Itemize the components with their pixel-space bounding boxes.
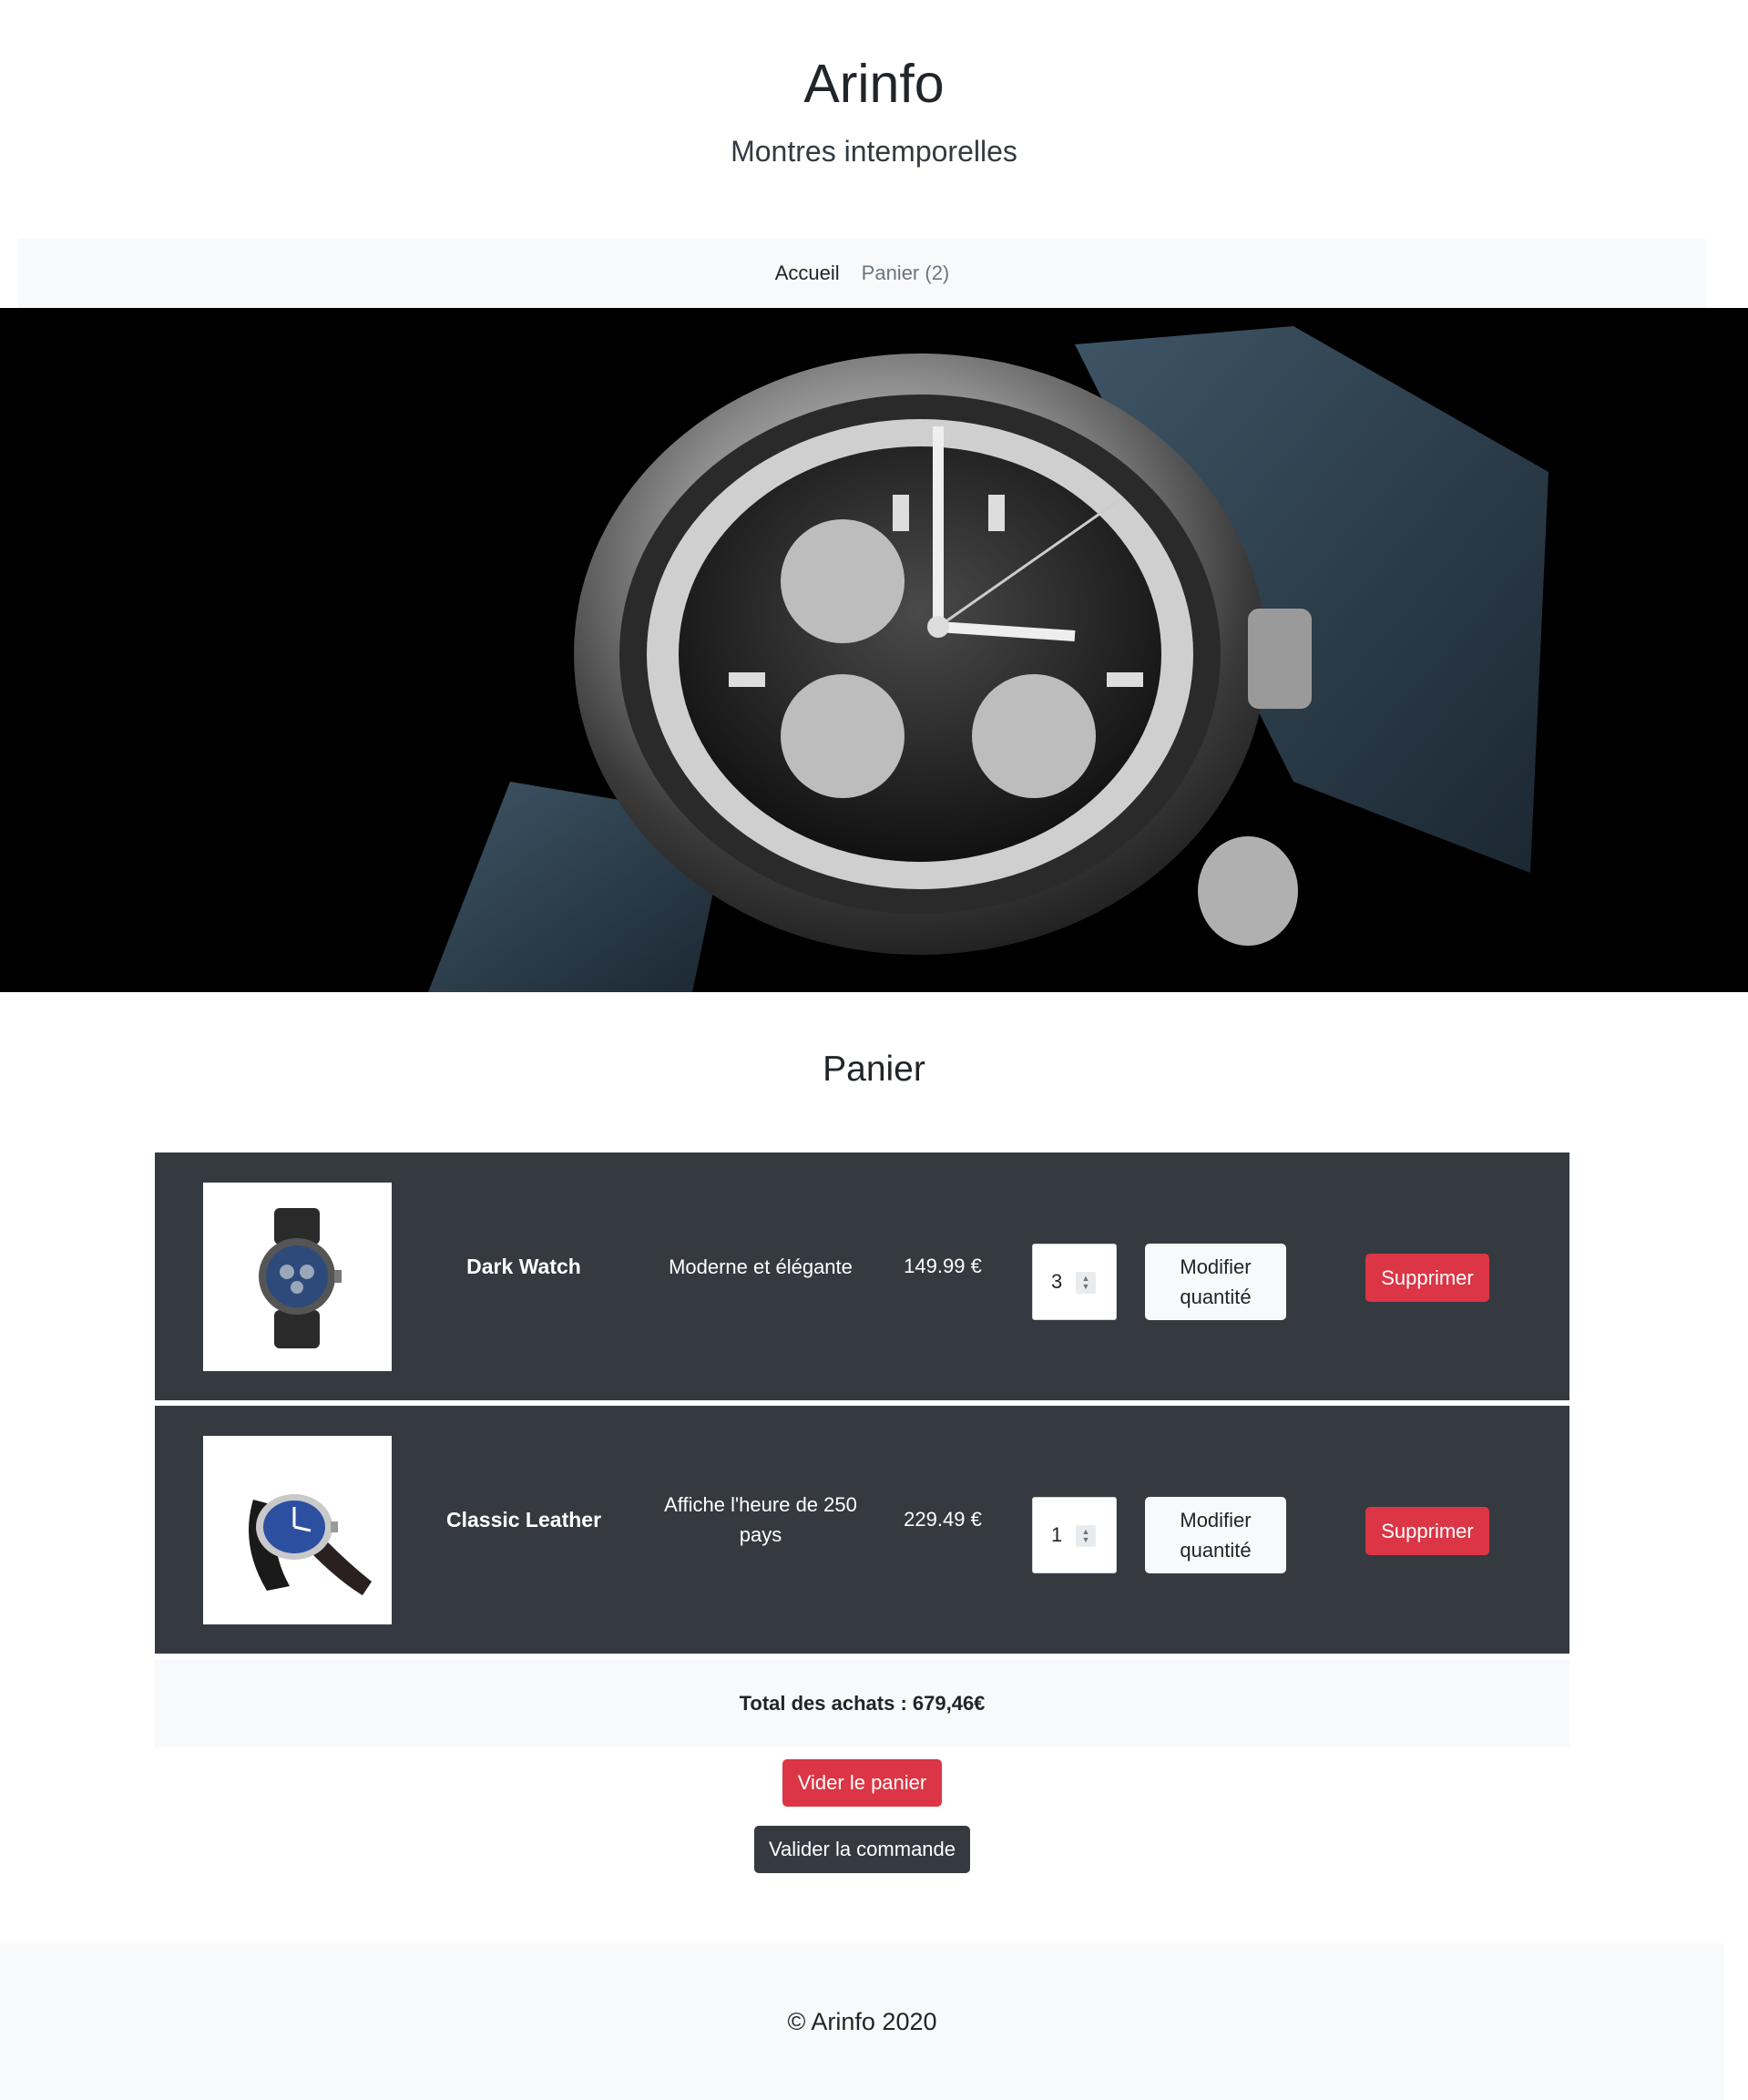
quantity-spinner-icon[interactable]: ▲ ▼ [1076, 1525, 1096, 1547]
delete-item-button[interactable]: Supprimer [1365, 1507, 1489, 1555]
product-price: 149.99 € [904, 1255, 982, 1277]
product-name: Dark Watch [466, 1254, 581, 1278]
dark-watch-icon [259, 1208, 342, 1348]
site-title: Arinfo [803, 54, 945, 114]
product-name: Classic Leather [445, 1507, 602, 1531]
product-image-classic-leather [203, 1436, 392, 1624]
product-image-dark-watch [203, 1183, 392, 1371]
modify-quantity-button[interactable]: Modifier quantité [1145, 1244, 1286, 1320]
main-nav: Accueil Panier (2) [18, 239, 1706, 308]
cart-row: Dark Watch Moderne et élégante 149.99 € … [155, 1152, 1569, 1400]
product-price: 229.49 € [904, 1508, 982, 1531]
nav-link-home[interactable]: Accueil [775, 261, 840, 285]
quantity-spinner-icon[interactable]: ▲ ▼ [1076, 1272, 1096, 1294]
site-header: Arinfo Montres intemporelles [0, 0, 1748, 228]
quantity-input[interactable]: 1 ▲ ▼ [1032, 1497, 1117, 1573]
site-footer: © Arinfo 2020 [0, 1943, 1724, 2100]
site-tagline: Montres intemporelles [731, 135, 1017, 168]
delete-item-button[interactable]: Supprimer [1365, 1254, 1489, 1302]
product-description: Moderne et élégante [669, 1255, 853, 1278]
validate-order-button[interactable]: Valider la commande [754, 1826, 970, 1873]
cart-total: Total des achats : 679,46€ [155, 1660, 1569, 1747]
cart-row: Classic Leather Affiche l'heure de 250 p… [155, 1406, 1569, 1654]
quantity-value: 1 [1051, 1523, 1063, 1546]
product-description: Affiche l'heure de 250 pays [664, 1493, 857, 1546]
footer-copyright: © Arinfo 2020 [787, 2007, 937, 2035]
quantity-value: 3 [1051, 1270, 1063, 1293]
hero-banner-image [0, 308, 1748, 992]
classic-leather-watch-icon [249, 1494, 372, 1595]
empty-cart-button[interactable]: Vider le panier [782, 1759, 942, 1807]
watch-hero-illustration [0, 308, 1748, 992]
page: Arinfo Montres intemporelles Accueil Pan… [0, 0, 1748, 2100]
quantity-input[interactable]: 3 ▲ ▼ [1032, 1244, 1117, 1320]
modify-quantity-button[interactable]: Modifier quantité [1145, 1497, 1286, 1573]
cart-title: Panier [823, 1050, 925, 1089]
nav-link-cart[interactable]: Panier (2) [862, 261, 950, 285]
